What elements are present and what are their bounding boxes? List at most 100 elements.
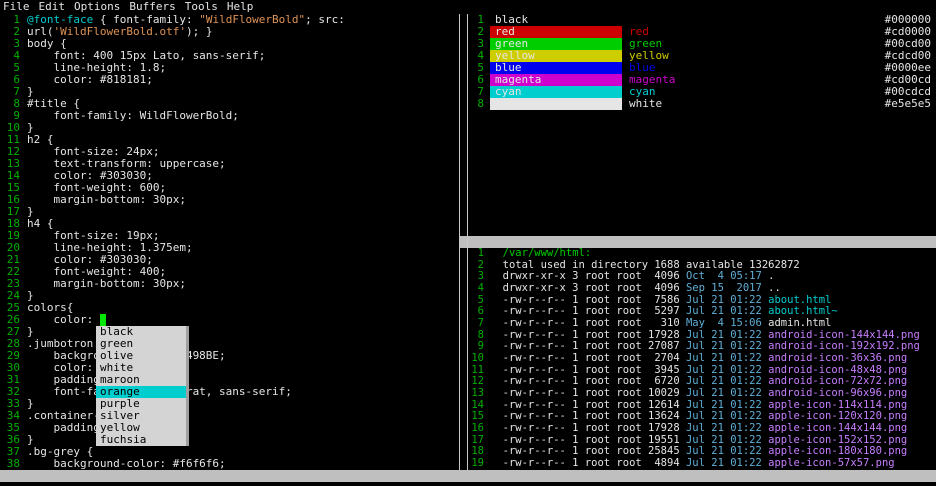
code-line[interactable]: 10} [0, 122, 458, 134]
file-date: Jul 21 01:22 [685, 458, 762, 470]
code-line[interactable]: 35 padding: 60px 50px; [0, 422, 458, 434]
dired-row[interactable]: 13 -rw-r--r-- 1 root root 10029 Jul 21 0… [470, 387, 936, 400]
text: font-size: 19px; [27, 230, 160, 242]
text: { font-family: [93, 14, 200, 26]
code-line[interactable]: 12 font-size: 24px; [0, 146, 458, 158]
dired-row[interactable]: 9 -rw-r--r-- 1 root root 27087 Jul 21 01… [470, 341, 936, 353]
code-line[interactable]: 9 font-family: WildFlowerBold; [0, 110, 458, 122]
file-date: Jul 21 01:22 [685, 411, 762, 423]
dired-row[interactable]: 11 -rw-r--r-- 1 root root 3945 Jul 21 01… [470, 364, 936, 377]
code-line[interactable]: 27} [0, 326, 458, 338]
code-line[interactable]: 5 line-height: 1.8; [0, 62, 458, 74]
code-line[interactable]: 8 #title { [0, 98, 458, 110]
color-swatch: yellow [490, 50, 622, 62]
menu-options[interactable]: Options [74, 1, 120, 13]
file-name[interactable]: android-icon-36x36.png [768, 353, 907, 364]
dired-row[interactable]: 14 -rw-r--r-- 1 root root 12614 Jul 21 0… [470, 399, 936, 412]
menu-help[interactable]: Help [227, 1, 254, 13]
code-line[interactable]: 25 colors{ [0, 302, 458, 314]
dired-row[interactable]: 2 total used in directory 1688 available… [470, 259, 936, 272]
code-line[interactable]: 6 color: #818181; [0, 74, 458, 86]
code-line[interactable]: 7} [0, 86, 458, 98]
dired-row[interactable]: 6 -rw-r--r-- 1 root root 5297 Jul 21 01:… [470, 306, 936, 318]
file-name[interactable]: android-icon-96x96.png [768, 388, 907, 399]
editor-window[interactable]: 1 @font-face { font-family: "WildFlowerBo… [0, 14, 458, 470]
code-line[interactable]: 1 @font-face { font-family: "WildFlowerBo… [0, 14, 458, 26]
dired-row[interactable]: 15 -rw-r--r-- 1 root root 13624 Jul 21 0… [470, 411, 936, 423]
code-line[interactable]: 3 body { [0, 38, 458, 50]
file-name[interactable]: android-icon-144x144.png [768, 330, 920, 341]
code-line[interactable]: 4 font: 400 15px Lato, sans-serif; [0, 50, 458, 62]
color-hex: #e5e5e5 [884, 97, 931, 110]
dired-window[interactable]: 1 /var/www/html: 2 total used in director… [470, 248, 936, 470]
echo-area[interactable] [0, 482, 936, 486]
code-line[interactable]: 36} [0, 434, 458, 446]
text: font-weight: 600; [27, 182, 167, 194]
code-line[interactable]: 23 margin-bottom: 30px; [0, 278, 458, 290]
menu-buffers[interactable]: Buffers [129, 1, 175, 13]
window-divider[interactable] [459, 14, 460, 470]
file-name[interactable]: about.html [768, 295, 831, 306]
file-name[interactable]: android-icon-72x72.png [768, 376, 907, 387]
dired-row[interactable]: 1 /var/www/html: [470, 248, 936, 260]
file-name[interactable]: android-icon-48x48.png [768, 365, 907, 376]
code-line[interactable]: 19 font-size: 19px; [0, 230, 458, 242]
code-line[interactable]: 20 line-height: 1.375em; [0, 242, 458, 254]
code-line[interactable]: 32 font-family: Montserrat, sans-serif; [0, 386, 458, 398]
code-line[interactable]: 30 color: #ffffff; [0, 362, 458, 374]
dired-row[interactable]: 16 -rw-r--r-- 1 root root 17928 Jul 21 0… [470, 422, 936, 435]
file-date: Jul 21 01:22 [685, 434, 762, 446]
code-line[interactable]: 21 color: #303030; [0, 254, 458, 266]
code-line[interactable]: 29 background-color: #2498BE; [0, 350, 458, 362]
code-line[interactable]: 28 .jumbotron { [0, 338, 458, 350]
text: h4 { [27, 218, 54, 230]
code-line[interactable]: 15 font-weight: 600; [0, 182, 458, 194]
dired-row[interactable]: 8 -rw-r--r-- 1 root root 17928 Jul 21 01… [470, 329, 936, 342]
text: font: 400 15px Lato, sans-serif; [27, 50, 266, 62]
code-line[interactable]: 24} [0, 290, 458, 302]
window-divider[interactable] [467, 14, 468, 470]
code-line[interactable]: 11 h2 { [0, 134, 458, 146]
menu-file[interactable]: File [3, 1, 30, 13]
file-name[interactable]: apple-icon-152x152.png [768, 435, 907, 446]
code-line[interactable]: 37 .bg-grey { [0, 446, 458, 458]
color-swatch: black [490, 14, 622, 26]
file-name[interactable]: about.html~ [768, 306, 838, 317]
text: -rw-r--r-- 1 root root 3945 [490, 364, 686, 376]
code-line[interactable]: 13 text-transform: uppercase; [0, 158, 458, 170]
code-line[interactable]: 22 font-weight: 400; [0, 266, 458, 278]
dired-row[interactable]: 7 -rw-r--r-- 1 root root 310 May 4 15:06… [470, 317, 936, 330]
completion-item[interactable]: fuchsia [96, 434, 186, 446]
dired-row[interactable]: 5 -rw-r--r-- 1 root root 7586 Jul 21 01:… [470, 294, 936, 307]
code-line[interactable]: 34 .container-fluid { [0, 410, 458, 422]
code-line[interactable]: 17} [0, 206, 458, 218]
dired-row[interactable]: 10 -rw-r--r-- 1 root root 2704 Jul 21 01… [470, 352, 936, 365]
code-line[interactable]: 31 padding: 100px 25px; [0, 374, 458, 386]
file-name[interactable]: apple-icon-120x120.png [768, 411, 907, 422]
dired-row[interactable]: 18 -rw-r--r-- 1 root root 25845 Jul 21 0… [470, 446, 936, 458]
file-name[interactable]: android-icon-192x192.png [768, 341, 920, 352]
code-line[interactable]: 26 color: [0, 314, 458, 326]
color-name: white [629, 97, 663, 110]
text: } [27, 122, 34, 134]
dired-row[interactable]: 19 -rw-r--r-- 1 root root 4894 Jul 21 01… [470, 457, 936, 470]
file-name[interactable]: apple-icon-180x180.png [768, 446, 907, 457]
code-line[interactable]: 2 url('WildFlowerBold.otf'); } [0, 26, 458, 38]
code-line[interactable]: 38 background-color: #f6f6f6; [0, 458, 458, 470]
menu-tools[interactable]: Tools [185, 1, 218, 13]
code-line[interactable]: 16 margin-bottom: 30px; [0, 194, 458, 206]
dired-row[interactable]: 12 -rw-r--r-- 1 root root 6720 Jul 21 01… [470, 376, 936, 388]
code-line[interactable]: 14 color: #303030; [0, 170, 458, 182]
file-name[interactable]: apple-icon-114x114.png [768, 400, 907, 411]
dired-row[interactable]: 17 -rw-r--r-- 1 root root 19551 Jul 21 0… [470, 434, 936, 447]
menu-edit[interactable]: Edit [39, 1, 66, 13]
file-name[interactable]: apple-icon-57x57.png [768, 458, 894, 469]
colors-buffer-window[interactable]: 1 black black #000000 2 red red #cd0000 3 green gr… [470, 14, 936, 236]
color-swatch: blue [490, 62, 622, 74]
dired-row[interactable]: 3 drwxr-xr-x 3 root root 4096 Oct 4 05:1… [470, 271, 936, 283]
code-line[interactable]: 18 h4 { [0, 218, 458, 230]
dired-row[interactable]: 4 drwxr-xr-x 3 root root 4096 Sep 15 201… [470, 282, 936, 295]
text: font-size: 24px; [27, 146, 160, 158]
code-line[interactable]: 33} [0, 398, 458, 410]
file-name[interactable]: apple-icon-144x144.png [768, 423, 907, 434]
